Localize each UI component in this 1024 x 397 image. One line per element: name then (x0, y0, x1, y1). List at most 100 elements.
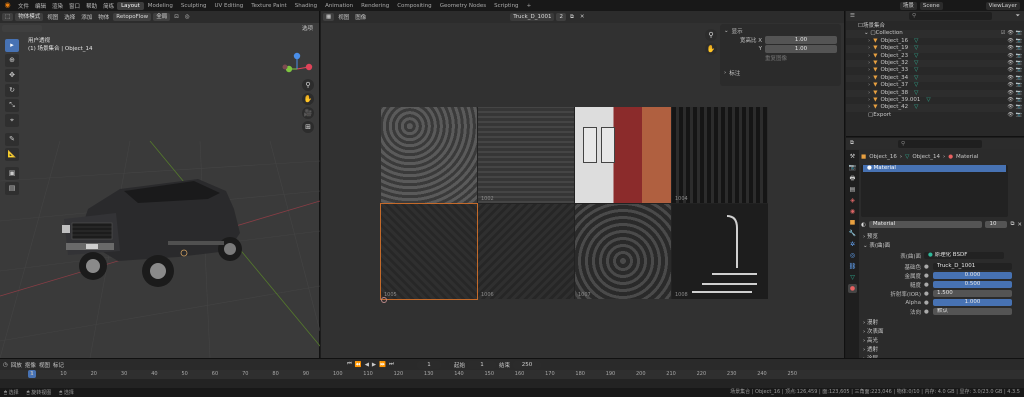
timeline[interactable]: ◷ 回放 抠像 视图 标记 ⏮ ⏪ ◀ ▶ ⏩ ⏭ 1 起始 1 结束 250 … (0, 358, 1024, 388)
options-button[interactable]: 选项 (302, 24, 313, 32)
expand-icon[interactable]: › (868, 53, 870, 60)
expand-icon[interactable]: › (868, 97, 870, 104)
tool-tab-icon[interactable]: ⚒ (848, 152, 857, 161)
uv-menu-image[interactable]: 图像 (353, 13, 368, 21)
tab-texture-paint[interactable]: Texture Paint (247, 2, 291, 10)
timeline-type-icon[interactable]: ◷ (3, 362, 8, 368)
export-collection-row[interactable]: ▢ Export 👁 📷 (846, 112, 1024, 119)
zoom-icon[interactable]: ⚲ (302, 79, 314, 91)
proportional-icon[interactable]: ◎ (183, 14, 192, 20)
udim-tile-grid[interactable]: 1002 1004 1005 1006 1007 1008 (380, 107, 768, 300)
expand-icon[interactable]: › (868, 45, 870, 52)
menu-marker[interactable]: 标记 (53, 361, 64, 369)
tab-modeling[interactable]: Modeling (144, 2, 177, 10)
material-tab-icon[interactable]: ● (848, 284, 857, 293)
surface-shader-field[interactable]: ● 原理化 BSDF (924, 252, 1004, 259)
render-tab-icon[interactable]: 📷 (848, 163, 857, 172)
outliner-type-icon[interactable]: ☰ (848, 13, 857, 19)
tab-uv-editing[interactable]: UV Editing (211, 2, 248, 10)
material-slot-row[interactable]: ● Material (863, 165, 1006, 172)
scale-tool-icon[interactable]: ⤡ (5, 99, 19, 112)
outliner-object-row[interactable]: › ▼ Object_33 ▽ 👁 📷 (846, 67, 1024, 74)
ortho-grid-icon[interactable]: ⊞ (302, 121, 314, 133)
socket-icon[interactable]: ● (924, 282, 930, 288)
eye-icon[interactable]: 👁 (1007, 45, 1013, 52)
menu-window[interactable]: 窗口 (66, 2, 83, 10)
collapsed-section[interactable]: › 漫射 (861, 319, 1022, 328)
properties-editor[interactable]: ⧉ ⚲ ⚒ 📷 🖶 ▤ ◈ ◉ ■ 🔧 ✲ ◎ ⛓ ▽ ● ■ Object_16… (846, 138, 1024, 362)
image-selector[interactable]: Truck_D_1001 (510, 13, 555, 21)
snap-icon[interactable]: ⊡ (172, 14, 181, 20)
move-tool-icon[interactable]: ✥ (5, 69, 19, 82)
particles-tab-icon[interactable]: ✲ (848, 240, 857, 249)
select-mode-buttons[interactable] (2, 24, 42, 32)
display-section-title[interactable]: 显示 (732, 27, 743, 35)
collection-row[interactable]: ⌄ ▢ Collection ☑ 👁 📷 (846, 30, 1024, 38)
eye-icon[interactable]: 👁 (1007, 53, 1013, 60)
outliner-object-row[interactable]: › ▼ Object_32 ▽ 👁 📷 (846, 59, 1024, 68)
jump-end-icon[interactable]: ⏭ (389, 361, 394, 368)
menu-add[interactable]: 添加 (79, 13, 94, 21)
menu-file[interactable]: 文件 (15, 2, 32, 10)
editor-type-icon[interactable]: ⬚ (2, 13, 14, 21)
surface-section[interactable]: ⌄ 表(曲)面 (861, 242, 1022, 251)
jump-key-back-icon[interactable]: ⏪ (355, 362, 362, 368)
socket-icon[interactable]: ● (924, 264, 930, 270)
shader-input-value[interactable]: 默认 (933, 308, 1012, 315)
rotate-tool-icon[interactable]: ↻ (5, 84, 19, 97)
camera-icon[interactable]: 📷 (1016, 97, 1022, 104)
menu-object[interactable]: 物体 (96, 13, 111, 21)
collapsed-section[interactable]: › 透射 (861, 346, 1022, 355)
camera-icon[interactable]: 📷 (1016, 67, 1022, 74)
tab-rendering[interactable]: Rendering (357, 2, 393, 10)
collapsed-section[interactable]: › 次表面 (861, 328, 1022, 337)
panel-toggle-icon[interactable]: ⌄ (724, 28, 729, 34)
uv-editor-type-icon[interactable]: ▦ (323, 13, 335, 21)
menu-render[interactable]: 渲染 (49, 2, 66, 10)
transform-tool-icon[interactable]: ⌖ (5, 114, 19, 127)
menu-timeline-view[interactable]: 视图 (39, 361, 50, 369)
tab-scripting[interactable]: Scripting (490, 2, 522, 10)
camera-icon[interactable]: 📷 (1016, 53, 1022, 60)
camera-icon[interactable]: 📷 (1016, 38, 1022, 45)
expand-icon[interactable]: › (868, 104, 870, 111)
viewport-3d[interactable]: ⬚ 物体模式 视图 选择 添加 物体 RetopoFlow 全局 ⊡ ◎ 选项 … (0, 11, 320, 358)
truck-model[interactable] (58, 171, 248, 296)
filter-icon[interactable]: ⏷ (1014, 13, 1022, 20)
unlink-icon[interactable]: ✕ (1017, 222, 1022, 228)
shader-input-value[interactable]: 0.500 (933, 281, 1012, 288)
mode-selector[interactable]: 物体模式 (15, 13, 44, 21)
outliner-search-field[interactable]: ⚲ (908, 12, 992, 20)
constraints-tab-icon[interactable]: ⛓ (848, 262, 857, 271)
collapsed-section[interactable]: › 高光 (861, 337, 1022, 346)
menu-help[interactable]: 帮助 (83, 2, 100, 10)
pan-hand-icon[interactable]: ✋ (302, 93, 314, 105)
camera-icon[interactable]: 📷 (1016, 75, 1022, 82)
data-tab-icon[interactable]: ▽ (848, 273, 857, 282)
camera-icon[interactable]: 📷 (1016, 60, 1022, 67)
eye-icon[interactable]: 👁 (1007, 90, 1013, 97)
eye-icon[interactable]: 👁 (1007, 60, 1013, 67)
uv-editor[interactable]: ▦ 视图 图像 Truck_D_1001 2 ⧉ ✕ ⚲ ✋ ⌄ 显示 宽高比 X… (321, 11, 845, 358)
object-tab-icon[interactable]: ■ (848, 218, 857, 227)
expand-icon[interactable]: › (868, 38, 870, 45)
outliner-object-row[interactable]: › ▼ Object_37 ▽ 👁 📷 (846, 82, 1024, 89)
material-browse-icon[interactable]: ◐ (861, 222, 866, 228)
repeat-image-checkbox[interactable]: 重复图像 (765, 54, 787, 62)
eye-icon[interactable]: 👁 (1007, 38, 1013, 45)
eye-icon[interactable]: 👁 (1007, 104, 1013, 111)
scene-selector[interactable]: Scene (919, 1, 943, 10)
menu-edit[interactable]: 编辑 (32, 2, 49, 10)
tab-compositing[interactable]: Compositing (393, 2, 435, 10)
menu-view[interactable]: 视图 (45, 13, 60, 21)
frame-ruler[interactable]: 1 1 10 20 30 40 50 60 70 80 90 100 110 120 130 140 150 1… (0, 370, 1024, 379)
image-close-icon[interactable]: ✕ (578, 14, 587, 20)
properties-search-field[interactable]: ⚲ (897, 139, 982, 148)
menu-keying[interactable]: 抠像 (25, 361, 36, 369)
outliner-object-row[interactable]: › ▼ Object_42 ▽ 👁 📷 (846, 104, 1024, 112)
menu-playback[interactable]: 回放 (11, 361, 22, 369)
tab-shading[interactable]: Shading (291, 2, 321, 10)
cursor-tool-icon[interactable]: ⊕ (5, 54, 19, 67)
annotation-toggle-icon[interactable]: › (724, 70, 726, 76)
current-frame-field[interactable]: 1 (416, 360, 441, 369)
